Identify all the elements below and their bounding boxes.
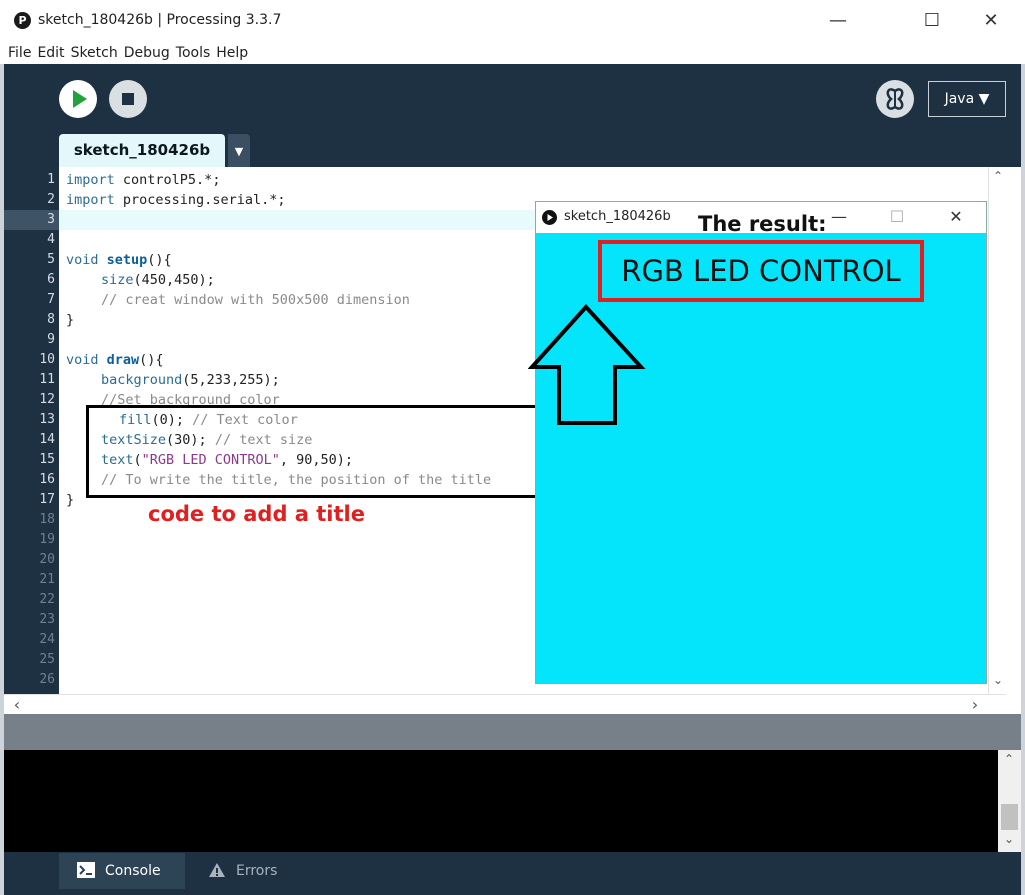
tab-sketch[interactable]: sketch_180426b xyxy=(59,134,225,167)
sketch-maximize-button[interactable]: ☐ xyxy=(882,205,912,229)
line-number: 16 xyxy=(39,472,55,487)
line-number: 24 xyxy=(39,632,55,647)
console-scroll-down-icon[interactable]: ⌄ xyxy=(1000,832,1018,846)
close-button[interactable]: ✕ xyxy=(973,8,1009,34)
window-frame-right xyxy=(1021,64,1025,895)
line-number: 11 xyxy=(39,372,55,387)
line-number: 22 xyxy=(39,592,55,607)
line-number: 7 xyxy=(47,292,55,307)
annotation-code-highlight-box xyxy=(86,405,541,498)
console-scrollbar[interactable]: ⌃ ⌄ xyxy=(998,750,1021,852)
editor-vertical-scrollbar[interactable]: ⌃ ⌄ xyxy=(988,167,1006,694)
warning-icon xyxy=(209,863,225,877)
line-number: 5 xyxy=(47,252,55,267)
line-number: 8 xyxy=(47,312,55,327)
scroll-right-icon[interactable]: › xyxy=(966,695,984,714)
code-line: } xyxy=(66,492,75,508)
line-number: 25 xyxy=(39,652,55,667)
line-number: 13 xyxy=(39,412,55,427)
menu-tools[interactable]: Tools xyxy=(176,45,211,61)
line-number: 14 xyxy=(39,432,55,447)
console-icon xyxy=(77,862,95,878)
line-number: 20 xyxy=(39,552,55,567)
line-number: 1 xyxy=(47,172,55,187)
status-bar xyxy=(4,714,1021,750)
butterfly-icon xyxy=(886,88,904,110)
annotation-arrow-up-icon xyxy=(528,304,646,425)
code-line: import controlP5.*; xyxy=(66,172,221,188)
sketch-minimize-button[interactable]: — xyxy=(824,205,854,229)
scroll-up-icon[interactable]: ⌃ xyxy=(989,169,1007,183)
tab-console[interactable]: Console xyxy=(59,853,185,889)
code-line: } xyxy=(66,312,75,328)
play-icon xyxy=(73,90,87,108)
annotation-result-label: The result: xyxy=(698,212,827,236)
processing-logo-icon: P xyxy=(14,12,31,29)
tab-console-label: Console xyxy=(105,863,161,879)
line-number: 19 xyxy=(39,532,55,547)
console-scroll-thumb[interactable] xyxy=(1001,804,1018,830)
annotation-code-label: code to add a title xyxy=(148,502,365,526)
debugger-button[interactable] xyxy=(876,80,914,118)
sketch-play-icon xyxy=(542,210,557,225)
line-number: 10 xyxy=(39,352,55,367)
code-line: import processing.serial.*; xyxy=(66,192,286,208)
line-number: 21 xyxy=(39,572,55,587)
window-title: sketch_180426b | Processing 3.3.7 xyxy=(38,12,282,28)
code-line: void setup(){ xyxy=(66,252,172,268)
tab-errors-label: Errors xyxy=(236,863,278,879)
menu-sketch[interactable]: Sketch xyxy=(71,45,118,61)
menu-debug[interactable]: Debug xyxy=(124,45,170,61)
tab-errors[interactable]: Errors xyxy=(190,853,300,889)
line-number: 17 xyxy=(39,492,55,507)
menu-file[interactable]: File xyxy=(8,45,31,61)
scroll-left-icon[interactable]: ‹ xyxy=(8,695,26,714)
menu-bar: File Edit Sketch Debug Tools Help xyxy=(0,42,1025,64)
scroll-down-icon[interactable]: ⌄ xyxy=(989,673,1007,687)
code-line: void draw(){ xyxy=(66,352,164,368)
line-number: 3 xyxy=(47,212,55,227)
stop-icon xyxy=(122,93,134,105)
console-output[interactable] xyxy=(4,750,998,852)
toolbar xyxy=(4,64,1021,134)
console-scroll-up-icon[interactable]: ⌃ xyxy=(1000,752,1018,766)
line-number: 6 xyxy=(47,272,55,287)
sketch-window-title: sketch_180426b xyxy=(564,209,671,224)
line-number: 18 xyxy=(39,512,55,527)
maximize-button[interactable]: ☐ xyxy=(914,8,950,34)
sketch-close-button[interactable]: ✕ xyxy=(941,205,971,229)
code-line: size(450,450); xyxy=(101,272,215,288)
run-button[interactable] xyxy=(59,80,97,118)
line-number: 26 xyxy=(39,672,55,687)
minimize-button[interactable]: — xyxy=(820,8,856,34)
mode-selector[interactable]: Java ▼ xyxy=(928,81,1006,117)
sketch-rendered-title: RGB LED CONTROL xyxy=(621,254,901,288)
code-line: background(5,233,255); xyxy=(101,372,280,388)
menu-help[interactable]: Help xyxy=(216,45,248,61)
line-number: 9 xyxy=(47,332,55,347)
editor-horizontal-scrollbar[interactable]: ‹ › xyxy=(4,694,1006,714)
stop-button[interactable] xyxy=(109,80,147,118)
line-number: 12 xyxy=(39,392,55,407)
line-number: 23 xyxy=(39,612,55,627)
line-number: 2 xyxy=(47,192,55,207)
line-number: 4 xyxy=(47,232,55,247)
menu-edit[interactable]: Edit xyxy=(37,45,64,61)
code-line: // creat window with 500x500 dimension xyxy=(101,292,410,308)
tab-menu-button[interactable]: ▼ xyxy=(228,134,250,167)
line-number: 15 xyxy=(39,452,55,467)
